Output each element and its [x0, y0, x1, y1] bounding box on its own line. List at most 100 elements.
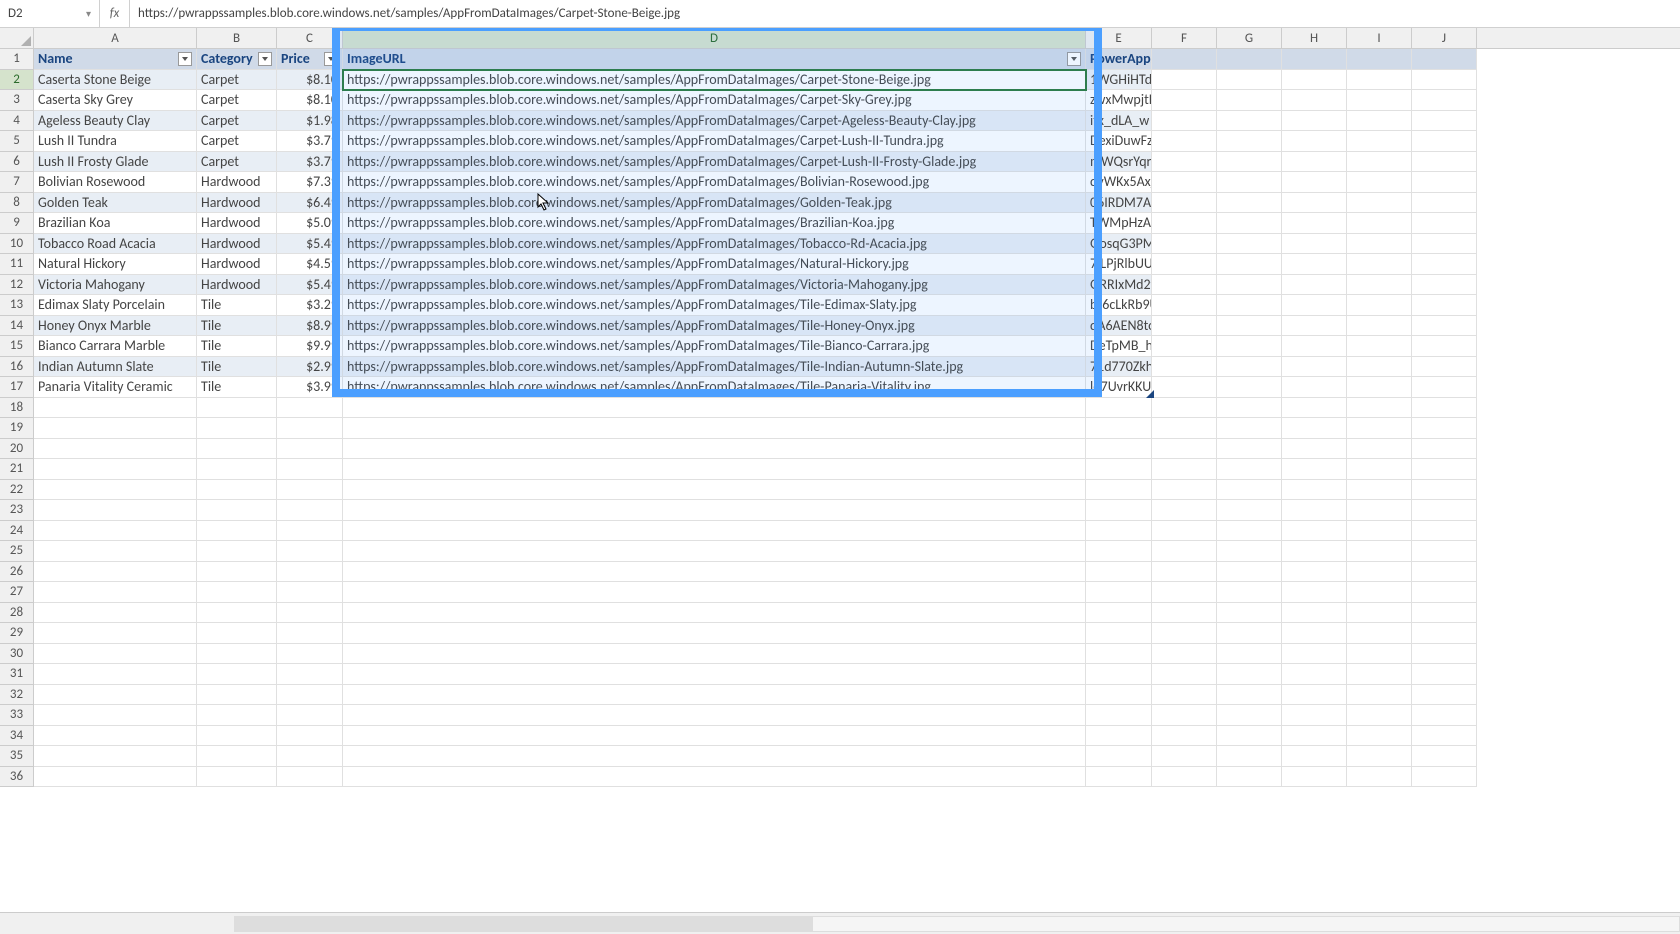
cell[interactable]: [1152, 213, 1217, 234]
cell[interactable]: [34, 644, 197, 665]
cell[interactable]: [1347, 746, 1412, 767]
cell[interactable]: [1347, 705, 1412, 726]
row-header-4[interactable]: 4: [0, 111, 34, 132]
cell[interactable]: [1152, 70, 1217, 91]
cell[interactable]: [1282, 275, 1347, 296]
cell[interactable]: [1347, 418, 1412, 439]
cell[interactable]: [1412, 377, 1477, 398]
column-header-F[interactable]: F: [1152, 28, 1217, 48]
cell-name[interactable]: Indian Autumn Slate: [34, 357, 197, 378]
cell[interactable]: [1217, 193, 1282, 214]
cell[interactable]: [197, 603, 277, 624]
cell[interactable]: [1412, 172, 1477, 193]
cell[interactable]: [1412, 705, 1477, 726]
filter-dropdown-icon[interactable]: [258, 52, 272, 66]
row-header-35[interactable]: 35: [0, 746, 34, 767]
cell[interactable]: [1412, 459, 1477, 480]
cell[interactable]: [277, 603, 343, 624]
cell[interactable]: [1282, 418, 1347, 439]
cell[interactable]: [1347, 295, 1412, 316]
cell[interactable]: [1347, 193, 1412, 214]
cell[interactable]: [1412, 480, 1477, 501]
cell[interactable]: [1282, 480, 1347, 501]
cell[interactable]: [1152, 562, 1217, 583]
cell[interactable]: [1412, 541, 1477, 562]
cell-category[interactable]: Hardwood: [197, 193, 277, 214]
cell[interactable]: [1217, 664, 1282, 685]
cell[interactable]: [1412, 521, 1477, 542]
cell[interactable]: [1282, 70, 1347, 91]
cell[interactable]: [1347, 111, 1412, 132]
cell[interactable]: [1347, 336, 1412, 357]
cell[interactable]: [1217, 582, 1282, 603]
cell-imageurl[interactable]: https://pwrappssamples.blob.core.windows…: [343, 152, 1086, 173]
cell[interactable]: [277, 459, 343, 480]
row-header-33[interactable]: 33: [0, 705, 34, 726]
cell[interactable]: [1347, 664, 1412, 685]
header-category[interactable]: Category: [197, 49, 277, 70]
row-header-18[interactable]: 18: [0, 398, 34, 419]
cell-name[interactable]: Lush II Frosty Glade: [34, 152, 197, 173]
cell[interactable]: [1086, 562, 1152, 583]
cell[interactable]: [277, 664, 343, 685]
cell-imageurl[interactable]: https://pwrappssamples.blob.core.windows…: [343, 357, 1086, 378]
cell[interactable]: [1217, 705, 1282, 726]
cell[interactable]: [1217, 500, 1282, 521]
cell[interactable]: [1412, 49, 1477, 70]
cell[interactable]: [1347, 254, 1412, 275]
cell[interactable]: [34, 705, 197, 726]
cell-imageurl[interactable]: https://pwrappssamples.blob.core.windows…: [343, 336, 1086, 357]
row-header-27[interactable]: 27: [0, 582, 34, 603]
cell[interactable]: [1217, 377, 1282, 398]
row-header-25[interactable]: 25: [0, 541, 34, 562]
cell-category[interactable]: Carpet: [197, 90, 277, 111]
cell[interactable]: [1282, 49, 1347, 70]
cell-price[interactable]: $8.99: [277, 316, 343, 337]
cell[interactable]: [197, 459, 277, 480]
cell[interactable]: [1217, 521, 1282, 542]
cell[interactable]: [1412, 562, 1477, 583]
cell[interactable]: [1086, 664, 1152, 685]
cell[interactable]: [1282, 541, 1347, 562]
cell-powerappsid[interactable]: QRRIxMd2fg: [1086, 275, 1152, 296]
cell-price[interactable]: $3.29: [277, 295, 343, 316]
cell[interactable]: [1152, 254, 1217, 275]
cell[interactable]: [1217, 152, 1282, 173]
header-price[interactable]: Price: [277, 49, 343, 70]
cell[interactable]: [1282, 316, 1347, 337]
cell[interactable]: [1282, 398, 1347, 419]
cell-imageurl[interactable]: https://pwrappssamples.blob.core.windows…: [343, 193, 1086, 214]
cell-name[interactable]: Bianco Carrara Marble: [34, 336, 197, 357]
cell[interactable]: [34, 767, 197, 788]
cell[interactable]: [1347, 90, 1412, 111]
filter-dropdown-icon[interactable]: [178, 52, 192, 66]
cell[interactable]: [1217, 644, 1282, 665]
cell[interactable]: [1152, 664, 1217, 685]
cell-price[interactable]: $5.49: [277, 275, 343, 296]
cell[interactable]: [1282, 336, 1347, 357]
cell[interactable]: [1217, 418, 1282, 439]
cell[interactable]: [1282, 562, 1347, 583]
row-header-23[interactable]: 23: [0, 500, 34, 521]
cell[interactable]: [343, 439, 1086, 460]
cell[interactable]: [197, 500, 277, 521]
cell-name[interactable]: Ageless Beauty Clay: [34, 111, 197, 132]
cell[interactable]: [34, 439, 197, 460]
row-header-28[interactable]: 28: [0, 603, 34, 624]
cell-imageurl[interactable]: https://pwrappssamples.blob.core.windows…: [343, 295, 1086, 316]
cell[interactable]: [1217, 541, 1282, 562]
cell-category[interactable]: Hardwood: [197, 234, 277, 255]
cell[interactable]: [1282, 295, 1347, 316]
cell-category[interactable]: Hardwood: [197, 275, 277, 296]
chevron-down-icon[interactable]: ▾: [86, 7, 91, 20]
cell[interactable]: [1282, 664, 1347, 685]
row-header-6[interactable]: 6: [0, 152, 34, 173]
cell[interactable]: [197, 418, 277, 439]
cell[interactable]: [1282, 172, 1347, 193]
cell[interactable]: [1152, 644, 1217, 665]
cell[interactable]: [1282, 582, 1347, 603]
cell[interactable]: [1347, 644, 1412, 665]
cell[interactable]: [343, 705, 1086, 726]
cell-name[interactable]: Honey Onyx Marble: [34, 316, 197, 337]
row-header-26[interactable]: 26: [0, 562, 34, 583]
